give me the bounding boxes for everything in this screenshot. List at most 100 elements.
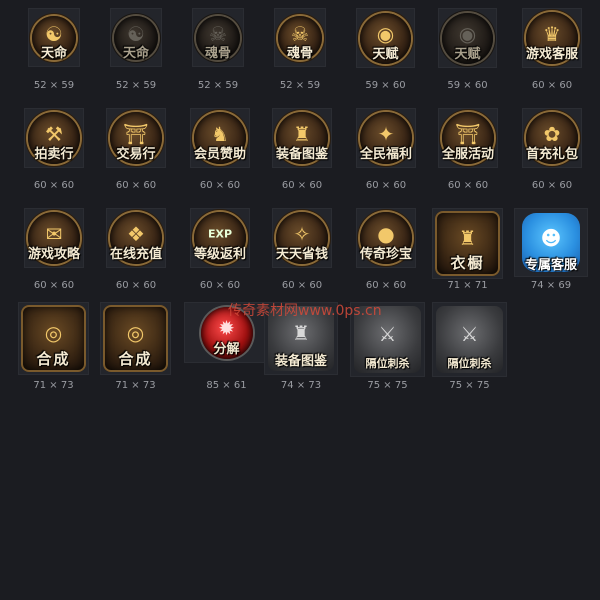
icon-frame: ☠ 魂骨 (274, 8, 326, 67)
icon-tile[interactable]: ✦ 全民福利 60 × 60 (356, 108, 416, 192)
icon-tile[interactable]: ◉ 天赋 59 × 60 (356, 8, 415, 92)
icon-size-caption: 59 × 60 (447, 80, 488, 91)
icon-size-caption: 60 × 60 (199, 280, 241, 291)
icon-size-caption: 74 × 73 (280, 380, 322, 391)
icon-glyph: ♜ (292, 321, 310, 346)
icon-glyph: ◎ (126, 321, 145, 346)
icon-size-caption: 71 × 71 (447, 280, 488, 291)
icon-glyph: ☯ (127, 21, 145, 46)
icon-glyph: ◉ (376, 21, 395, 46)
icon-tile[interactable]: ⛩ 全服活动 60 × 60 (438, 108, 498, 192)
icon-size-caption: 52 × 59 (279, 80, 321, 91)
icon-label: 魂骨 (204, 46, 231, 61)
icon-tile[interactable]: ⚔ 隔位刺杀 75 × 75 (432, 302, 507, 392)
icon-tile[interactable]: ☯ 天命 52 × 59 (110, 8, 162, 92)
icon-size-caption: 52 × 59 (33, 80, 75, 91)
icon-glyph: ◎ (44, 321, 63, 346)
icon-frame: ◉ 天赋 (356, 8, 415, 68)
icon-frame: ❖ 在线充值 (106, 208, 166, 268)
icon-tile[interactable]: ☯ 天命 52 × 59 (28, 8, 80, 92)
icon-size-caption: 60 × 60 (365, 280, 407, 291)
icon-label: 传奇珍宝 (359, 247, 412, 262)
icon-label: 天赋 (372, 47, 399, 62)
icon-frame: ☯ 天命 (110, 8, 162, 67)
icon-tile[interactable]: ♛ 游戏客服 60 × 60 (522, 8, 582, 92)
icon-glyph: ✦ (377, 121, 395, 146)
icon-label: 装备图鉴 (275, 147, 328, 162)
icon-size-caption: 52 × 59 (197, 80, 239, 91)
icon-size-caption: 60 × 60 (447, 180, 489, 191)
icon-tile[interactable]: EXP 等级返利 60 × 60 (190, 208, 250, 292)
icon-tile[interactable]: ✧ 天天省钱 60 × 60 (272, 208, 332, 292)
icon-glyph: ⛩ (123, 121, 149, 146)
icon-label: 等级返利 (193, 247, 246, 262)
icon-frame: ☻ 专属客服 (514, 208, 588, 277)
icon-tile[interactable]: ♜ 装备图鉴 60 × 60 (272, 108, 332, 192)
icon-size-caption: 60 × 60 (33, 280, 75, 291)
icon-label: 合成 (36, 350, 71, 368)
icon-glyph: ☠ (209, 21, 227, 46)
icon-label: 游戏客服 (525, 47, 578, 62)
icon-glyph: ✧ (293, 221, 311, 246)
icon-frame: ⚔ 隔位刺杀 (432, 302, 507, 377)
icon-size-caption: 60 × 60 (199, 180, 241, 191)
icon-frame: EXP 等级返利 (190, 208, 250, 268)
icon-tile[interactable]: ◎ 合成 71 × 73 (100, 302, 171, 392)
icon-glyph: ❖ (127, 221, 145, 246)
icon-tile[interactable]: ☠ 魂骨 52 × 59 (192, 8, 244, 92)
icon-tile[interactable]: ● 传奇珍宝 60 × 60 (356, 208, 416, 292)
icon-size-caption: 60 × 60 (115, 180, 157, 191)
icon-label: 魂骨 (286, 46, 313, 61)
icon-tile[interactable]: ◉ 天赋 59 × 60 (438, 8, 497, 92)
icon-tile[interactable]: ♞ 会员赞助 60 × 60 (190, 108, 250, 192)
icon-label: 拍卖行 (34, 147, 74, 162)
icon-tile[interactable]: ❖ 在线充值 60 × 60 (106, 208, 166, 292)
icon-frame: ♛ 游戏客服 (522, 8, 582, 68)
icon-size-caption: 74 × 69 (530, 280, 572, 291)
icon-size-caption: 75 × 75 (449, 380, 490, 391)
icon-label: 隔位刺杀 (447, 357, 492, 370)
icon-tile[interactable]: ✉ 游戏攻略 60 × 60 (24, 208, 84, 292)
icon-size-caption: 60 × 60 (281, 180, 323, 191)
icon-size-caption: 52 × 59 (115, 80, 157, 91)
icon-label: 在线充值 (109, 247, 162, 262)
icon-frame: ⚒ 拍卖行 (24, 108, 84, 168)
icon-tile[interactable]: ⛩ 交易行 60 × 60 (106, 108, 166, 192)
icon-tile[interactable]: ☻ 专属客服 74 × 69 (514, 208, 588, 292)
icon-frame: ✿ 首充礼包 (522, 108, 582, 168)
icon-frame: ♞ 会员赞助 (190, 108, 250, 168)
icon-size-caption: 60 × 60 (365, 180, 407, 191)
icon-frame: ✧ 天天省钱 (272, 208, 332, 268)
icon-frame: ☠ 魂骨 (192, 8, 244, 67)
icon-glyph: ☻ (540, 225, 562, 250)
icon-frame: ♜ 衣橱 (432, 208, 503, 279)
icon-frame: ⛩ 全服活动 (438, 108, 498, 168)
icon-glyph: ⚔ (378, 322, 397, 347)
icon-frame: ◎ 合成 (18, 302, 89, 375)
icon-frame: ◎ 合成 (100, 302, 171, 375)
icon-tile[interactable]: ☠ 魂骨 52 × 59 (274, 8, 326, 92)
icon-size-caption: 75 × 75 (367, 380, 408, 391)
icon-size-caption: 60 × 60 (531, 180, 573, 191)
watermark-text: 传奇素材网www.0ps.cn (228, 303, 382, 319)
icon-glyph: ♜ (293, 121, 311, 146)
icon-tile[interactable]: ⚒ 拍卖行 60 × 60 (24, 108, 84, 192)
icon-label: 衣橱 (450, 254, 485, 272)
icon-label: 装备图鉴 (274, 354, 327, 369)
icon-glyph: ⚒ (45, 121, 63, 146)
icon-size-caption: 60 × 60 (281, 280, 323, 291)
icon-size-caption: 85 × 61 (206, 380, 247, 391)
icon-size-caption: 71 × 73 (33, 380, 74, 391)
icon-glyph: ☯ (45, 21, 63, 46)
icon-tile[interactable]: ◎ 合成 71 × 73 (18, 302, 89, 392)
icon-frame: ● 传奇珍宝 (356, 208, 416, 268)
icon-tile[interactable]: ♜ 衣橱 71 × 71 (432, 208, 503, 292)
icon-glyph: ☠ (291, 21, 309, 46)
icon-glyph: ✹ (218, 316, 235, 341)
icon-tile[interactable]: ✿ 首充礼包 60 × 60 (522, 108, 582, 192)
icon-label: 天命 (122, 46, 149, 61)
icon-glyph: ⚔ (460, 322, 479, 347)
icon-label: 交易行 (116, 147, 156, 162)
icon-size-caption: 60 × 60 (531, 80, 573, 91)
icon-size-caption: 60 × 60 (115, 280, 157, 291)
